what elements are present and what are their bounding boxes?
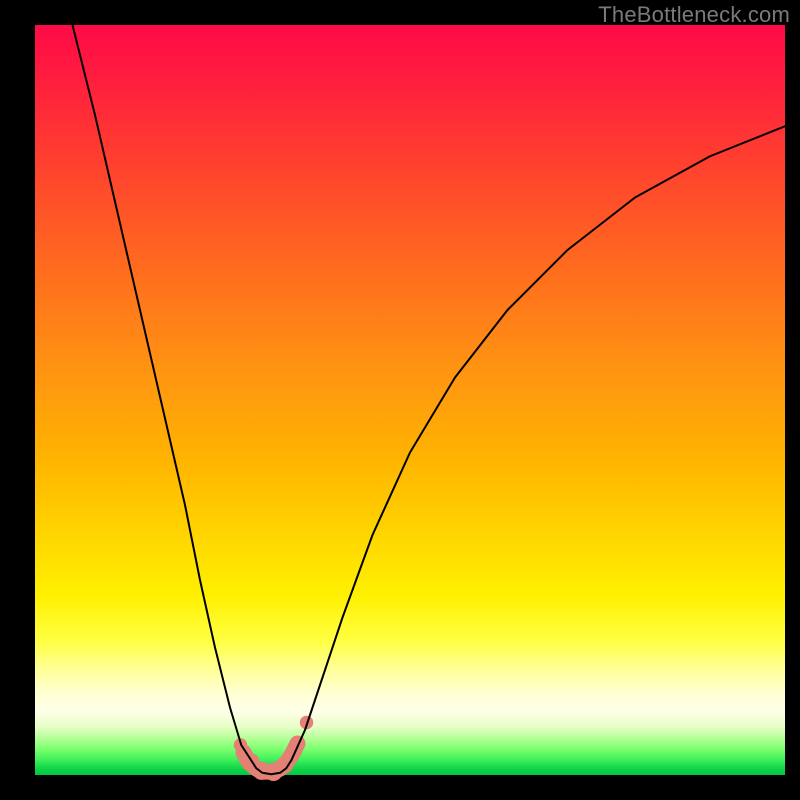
chart-frame: TheBottleneck.com bbox=[0, 0, 800, 800]
curve-lines bbox=[73, 25, 786, 774]
plot-area bbox=[35, 25, 785, 775]
salmon-dots bbox=[234, 716, 314, 781]
chart-svg bbox=[35, 25, 785, 775]
